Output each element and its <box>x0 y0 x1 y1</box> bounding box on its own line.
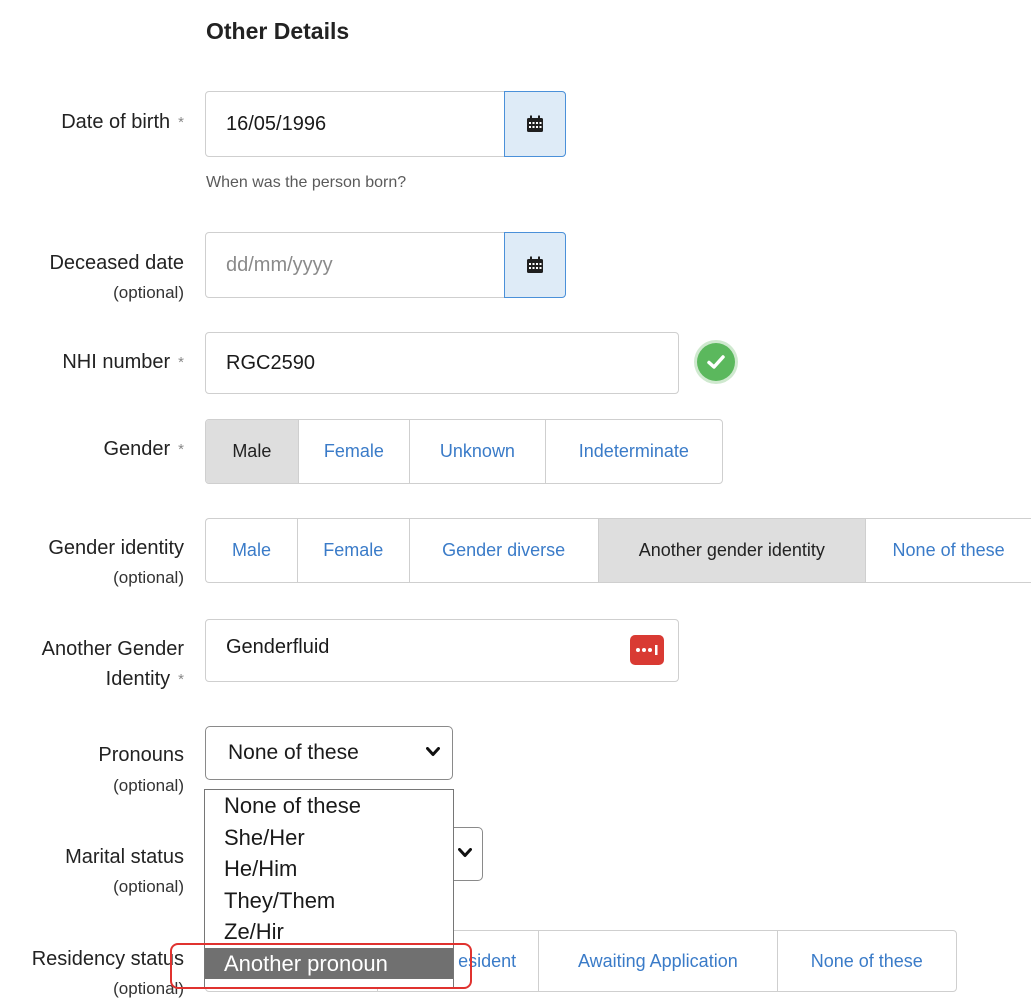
required-marker: * <box>178 354 184 371</box>
dob-calendar-button[interactable] <box>504 91 566 157</box>
chevron-down-icon <box>426 747 440 756</box>
check-circle-icon <box>697 343 735 381</box>
pronouns-label: Pronouns <box>98 744 184 766</box>
deceased-date-input[interactable]: dd/mm/yyyy <box>205 232 506 298</box>
gender-identity-option-another[interactable]: Another gender identity <box>598 519 867 582</box>
dropdown-option[interactable]: She/Her <box>205 822 453 854</box>
gender-option-indeterminate[interactable]: Indeterminate <box>546 420 722 483</box>
another-gender-label-line1: Another Gender <box>41 638 184 660</box>
dropdown-option[interactable]: None of these <box>205 790 453 822</box>
section-title: Other Details <box>206 18 350 44</box>
dob-input[interactable]: 16/05/1996 <box>205 91 506 157</box>
gender-identity-option-female[interactable]: Female <box>298 519 410 582</box>
gender-identity-option-male[interactable]: Male <box>206 519 298 582</box>
gender-label: Gender * <box>103 438 184 460</box>
deceased-label: Deceased date <box>49 252 184 274</box>
chevron-down-icon <box>458 848 472 857</box>
deceased-calendar-button[interactable] <box>504 232 566 298</box>
nhi-label: NHI number * <box>62 351 184 373</box>
pronouns-select-value: None of these <box>228 741 359 764</box>
gender-selector: Male Female Unknown Indeterminate <box>205 419 723 484</box>
dropdown-option[interactable]: They/Them <box>205 885 453 917</box>
dob-label: Date of birth * <box>61 111 184 133</box>
gender-identity-selector: Male Female Gender diverse Another gende… <box>205 518 1031 583</box>
residency-option-awaiting[interactable]: Awaiting Application <box>539 931 778 991</box>
nhi-input[interactable]: RGC2590 <box>205 332 679 394</box>
residency-option-none[interactable]: None of these <box>778 931 957 991</box>
required-marker: * <box>178 114 184 131</box>
another-gender-input[interactable]: Genderfluid <box>205 619 679 682</box>
gender-identity-option-none[interactable]: None of these <box>866 519 1031 582</box>
password-manager-icon[interactable] <box>630 635 664 665</box>
optional-text: (optional) <box>113 877 184 896</box>
dob-hint: When was the person born? <box>206 174 407 191</box>
marital-label: Marital status <box>65 846 184 868</box>
gender-identity-label: Gender identity <box>48 537 184 559</box>
gender-option-female[interactable]: Female <box>299 420 411 483</box>
optional-text: (optional) <box>113 283 184 302</box>
calendar-icon <box>527 115 543 132</box>
another-gender-label-line2: Identity * <box>105 668 184 690</box>
dropdown-option[interactable]: He/Him <box>205 853 453 885</box>
highlight-annotation <box>170 943 472 989</box>
required-marker: * <box>178 441 184 458</box>
pronouns-select[interactable]: None of these <box>205 726 453 780</box>
gender-identity-option-gender-diverse[interactable]: Gender diverse <box>410 519 599 582</box>
optional-text: (optional) <box>113 776 184 795</box>
required-marker: * <box>178 671 184 688</box>
calendar-icon <box>527 256 543 273</box>
gender-option-unknown[interactable]: Unknown <box>410 420 546 483</box>
optional-text: (optional) <box>113 568 184 587</box>
gender-option-male[interactable]: Male <box>206 420 299 483</box>
residency-label: Residency status <box>31 948 184 970</box>
